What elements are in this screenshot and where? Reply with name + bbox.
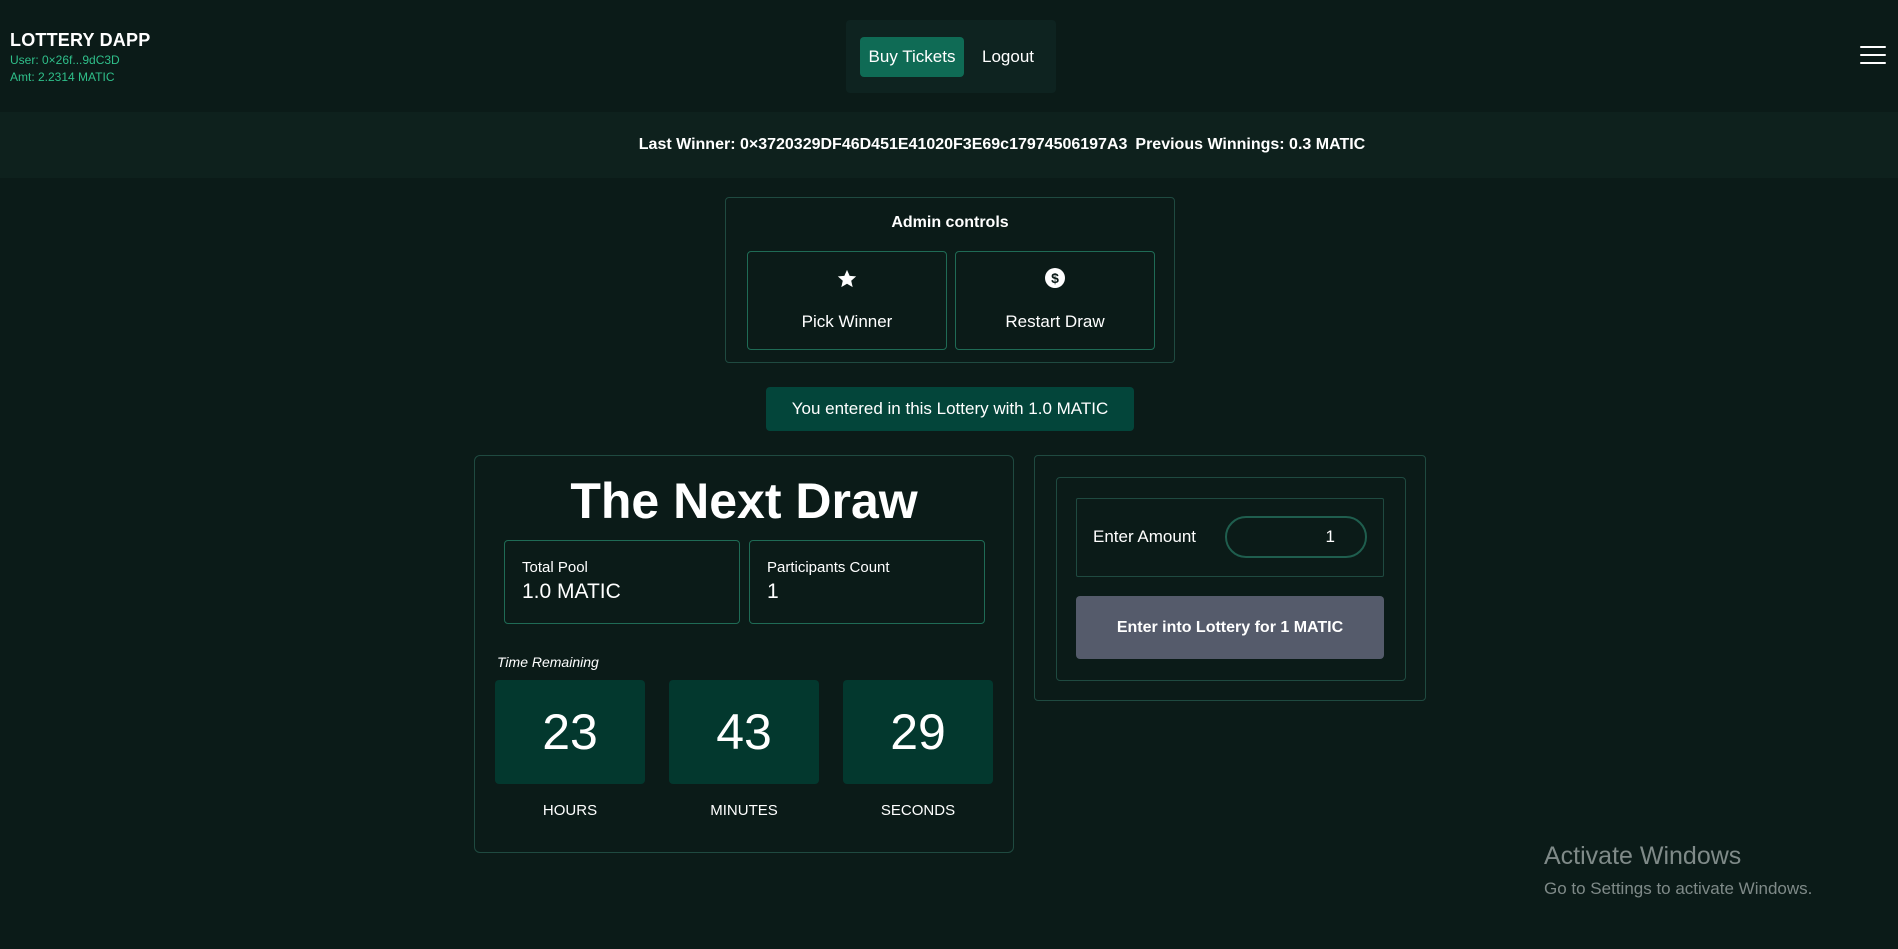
buy-tickets-button[interactable]: Buy Tickets [860, 37, 964, 77]
enter-lottery-button[interactable]: Enter into Lottery for 1 MATIC [1076, 596, 1384, 659]
seconds-box: 29 [843, 680, 993, 784]
minutes-box: 43 [669, 680, 819, 784]
next-draw-card: The Next Draw Total Pool 1.0 MATIC Parti… [474, 455, 1014, 853]
watermark-subtitle: Go to Settings to activate Windows. [1544, 879, 1813, 898]
header: LOTTERY DAPP User: 0×26f...9dC3D Amt: 2.… [0, 0, 1898, 112]
star-icon [748, 268, 946, 292]
last-winner-text: Last Winner: 0×3720329DF46D451E41020F3E6… [0, 136, 1898, 154]
restart-draw-label: Restart Draw [1005, 312, 1105, 331]
amount-input[interactable] [1225, 516, 1367, 558]
next-draw-title: The Next Draw [570, 473, 918, 529]
total-pool-label: Total Pool [522, 559, 588, 576]
hamburger-menu-icon[interactable] [1860, 46, 1886, 66]
top-nav: Buy Tickets Logout [846, 20, 1056, 93]
pick-winner-button[interactable]: Pick Winner [747, 251, 947, 350]
logout-button[interactable]: Logout [972, 37, 1044, 77]
previous-winnings: Previous Winnings: 0.3 MATIC [1135, 136, 1366, 153]
entry-panel: Enter Amount Enter into Lottery for 1 MA… [1034, 455, 1426, 701]
brand: LOTTERY DAPP User: 0×26f...9dC3D Amt: 2.… [10, 30, 150, 85]
seconds-label: SECONDS [880, 802, 956, 819]
pick-winner-label: Pick Winner [801, 312, 893, 331]
amount-row: Enter Amount [1076, 498, 1384, 577]
participants-card: Participants Count 1 [749, 540, 985, 624]
participants-label: Participants Count [767, 559, 890, 576]
dollar-circle-icon: $ [956, 268, 1154, 292]
total-pool-card: Total Pool 1.0 MATIC [504, 540, 740, 624]
restart-draw-button[interactable]: $ Restart Draw [955, 251, 1155, 350]
participants-value: 1 [767, 580, 779, 603]
app-title: LOTTERY DAPP [10, 30, 151, 50]
total-pool-value: 1.0 MATIC [522, 580, 621, 603]
last-winner-address: Last Winner: 0×3720329DF46D451E41020F3E6… [638, 136, 1128, 153]
watermark-title: Activate Windows [1544, 842, 1742, 870]
entry-form: Enter Amount Enter into Lottery for 1 MA… [1056, 477, 1406, 681]
activate-windows-watermark: Activate Windows Go to Settings to activ… [1544, 842, 1812, 899]
amount-label: Enter Amount [1093, 527, 1197, 546]
minutes-label: MINUTES [710, 802, 778, 819]
admin-controls-title: Admin controls [891, 214, 1009, 231]
last-winner-bar: Last Winner: 0×3720329DF46D451E41020F3E6… [0, 112, 1898, 178]
admin-controls-panel: Admin controls Pick Winner $ Restart Dra… [725, 197, 1175, 363]
user-address: User: 0×26f...9dC3D [10, 53, 120, 67]
time-remaining-label: Time Remaining [497, 654, 599, 670]
entry-notice: You entered in this Lottery with 1.0 MAT… [766, 387, 1134, 431]
hours-box: 23 [495, 680, 645, 784]
user-balance: Amt: 2.2314 MATIC [10, 70, 115, 84]
hours-label: HOURS [542, 802, 598, 819]
